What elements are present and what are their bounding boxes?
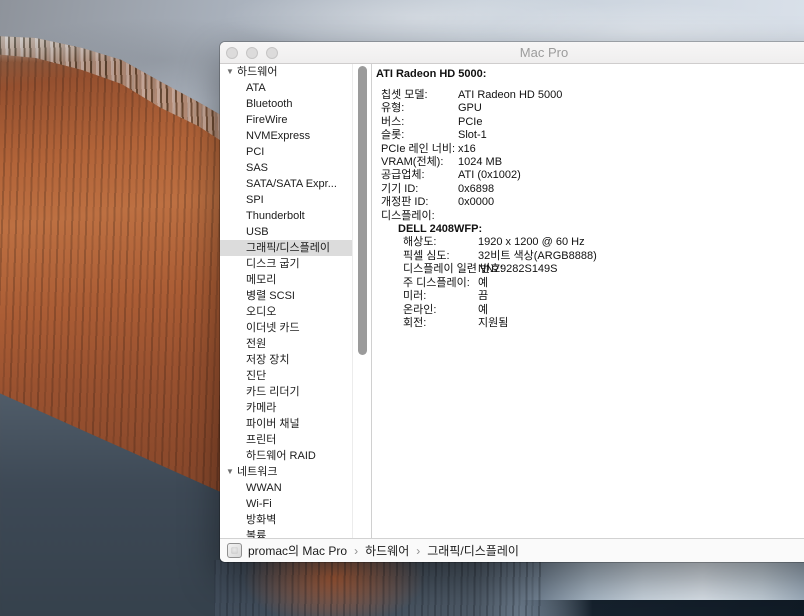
breadcrumb-hardware: 하드웨어 [365, 542, 409, 559]
sidebar-item-camera[interactable]: 카메라 [220, 400, 352, 416]
sidebar-group-network[interactable]: ▼네트워크 [220, 464, 352, 480]
sidebar-item-pci[interactable]: PCI [220, 144, 352, 160]
breadcrumb-statusbar: promac의 Mac Pro › 하드웨어 › 그래픽/디스플레이 [220, 538, 804, 562]
gpu-info-rows: 칩셋 모델:ATI Radeon HD 5000 유형:GPU 버스:PCIe … [376, 89, 804, 330]
display-row-online: 온라인:예 [376, 304, 804, 317]
info-row-revision-id: 개정판 ID:0x0000 [376, 196, 804, 209]
sidebar-item-firewall[interactable]: 방화벽 [220, 512, 352, 528]
display-row-pixel-depth: 픽셀 심도:32비트 색상(ARGB8888) [376, 250, 804, 263]
sidebar-item-card-reader[interactable]: 카드 리더기 [220, 384, 352, 400]
wallpaper-bottom-rock-streaks [214, 560, 544, 616]
sidebar: ▼하드웨어 ATA Bluetooth FireWire NVMExpress … [220, 64, 352, 538]
info-row-vendor: 공급업체:ATI (0x1002) [376, 169, 804, 182]
sidebar-group-hardware[interactable]: ▼하드웨어 [220, 64, 352, 80]
computer-icon [227, 543, 242, 558]
gpu-section-title: ATI Radeon HD 5000: [376, 67, 804, 81]
info-row-bus: 버스:PCIe [376, 116, 804, 129]
sidebar-item-bluetooth[interactable]: Bluetooth [220, 96, 352, 112]
window-titlebar[interactable]: Mac Pro [220, 42, 804, 64]
sidebar-group-label: 하드웨어 [237, 66, 277, 78]
disclosure-triangle-icon[interactable]: ▼ [226, 464, 237, 480]
sidebar-item-sas[interactable]: SAS [220, 160, 352, 176]
sidebar-item-thunderbolt[interactable]: Thunderbolt [220, 208, 352, 224]
window-body: ▼하드웨어 ATA Bluetooth FireWire NVMExpress … [220, 64, 804, 538]
info-row-vram: VRAM(전체):1024 MB [376, 156, 804, 169]
sidebar-group-label: 네트워크 [237, 466, 277, 478]
sidebar-item-memory[interactable]: 메모리 [220, 272, 352, 288]
info-row-type: 유형:GPU [376, 102, 804, 115]
breadcrumb-graphics-displays: 그래픽/디스플레이 [427, 542, 519, 559]
info-panel: ATI Radeon HD 5000: 칩셋 모델:ATI Radeon HD … [372, 64, 804, 538]
disclosure-triangle-icon[interactable]: ▼ [226, 64, 237, 80]
sidebar-item-graphics-displays[interactable]: 그래픽/디스플레이 [220, 240, 352, 256]
sidebar-item-hardware-raid[interactable]: 하드웨어 RAID [220, 448, 352, 464]
info-row-device-id: 기기 ID:0x6898 [376, 183, 804, 196]
sidebar-item-power[interactable]: 전원 [220, 336, 352, 352]
sidebar-item-fibre-channel[interactable]: 파이버 채널 [220, 416, 352, 432]
info-row-pcie-lane-width: PCIe 레인 너비:x16 [376, 143, 804, 156]
display-row-resolution: 해상도:1920 x 1200 @ 60 Hz [376, 236, 804, 249]
sidebar-item-volumes[interactable]: 볼륨 [220, 528, 352, 538]
display-row-mirror: 미러:끔 [376, 290, 804, 303]
sidebar-item-diagnostics[interactable]: 진단 [220, 368, 352, 384]
sidebar-item-usb[interactable]: USB [220, 224, 352, 240]
sidebar-item-ata[interactable]: ATA [220, 80, 352, 96]
sidebar-item-spi[interactable]: SPI [220, 192, 352, 208]
system-information-window: Mac Pro ▼하드웨어 ATA Bluetooth FireWire NVM… [220, 42, 804, 562]
sidebar-item-printers[interactable]: 프린터 [220, 432, 352, 448]
sidebar-item-storage[interactable]: 저장 장치 [220, 352, 352, 368]
sidebar-item-disc-burning[interactable]: 디스크 굽기 [220, 256, 352, 272]
wallpaper-bottom-dark-band [520, 600, 804, 616]
breadcrumb-computer: promac의 Mac Pro [248, 542, 347, 559]
sidebar-list: ▼하드웨어 ATA Bluetooth FireWire NVMExpress … [220, 64, 352, 538]
sidebar-item-wifi[interactable]: Wi-Fi [220, 496, 352, 512]
window-title: Mac Pro [220, 42, 804, 64]
display-row-rotation: 회전:지원됨 [376, 317, 804, 330]
sidebar-item-firewire[interactable]: FireWire [220, 112, 352, 128]
info-row-displays-header: 디스플레이: [376, 210, 804, 223]
display-row-main-display: 주 디스플레이:예 [376, 277, 804, 290]
sidebar-scrollbar[interactable] [352, 64, 372, 538]
display-name-header: DELL 2408WFP: [376, 223, 804, 236]
sidebar-item-nvmexpress[interactable]: NVMExpress [220, 128, 352, 144]
sidebar-item-sata[interactable]: SATA/SATA Expr... [220, 176, 352, 192]
sidebar-item-parallel-scsi[interactable]: 병렬 SCSI [220, 288, 352, 304]
info-row-chipset-model: 칩셋 모델:ATI Radeon HD 5000 [376, 89, 804, 102]
display-row-serial-number: 디스플레이 일련 번호:NN79282S149S [376, 263, 804, 276]
sidebar-item-ethernet-cards[interactable]: 이더넷 카드 [220, 320, 352, 336]
sidebar-item-wwan[interactable]: WWAN [220, 480, 352, 496]
chevron-right-icon: › [416, 544, 420, 558]
chevron-right-icon: › [354, 544, 358, 558]
info-row-slot: 슬롯:Slot-1 [376, 129, 804, 142]
sidebar-scrollbar-thumb[interactable] [358, 66, 367, 355]
sidebar-item-audio[interactable]: 오디오 [220, 304, 352, 320]
